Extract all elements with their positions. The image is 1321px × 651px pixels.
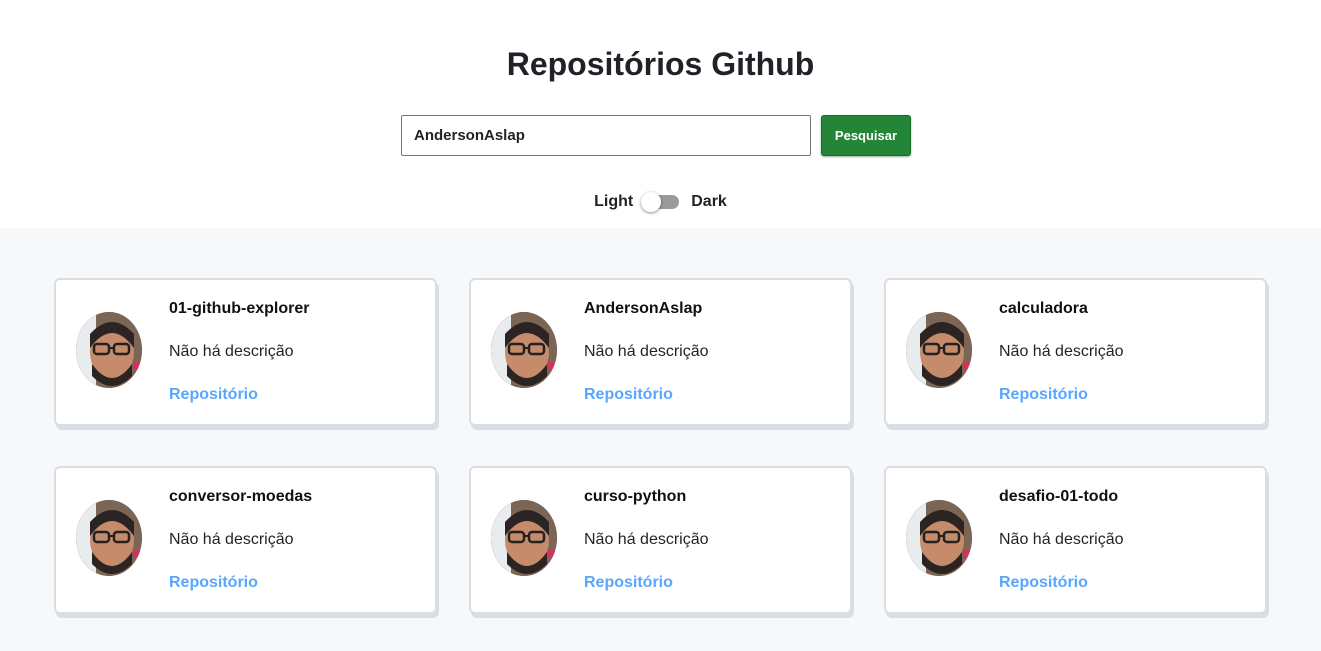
user-avatar-icon — [906, 312, 972, 388]
repository-list-section: 01-github-explorer Não há descrição Repo… — [0, 228, 1321, 651]
repository-description: Não há descrição — [999, 531, 1124, 548]
user-avatar-icon — [76, 312, 142, 388]
user-avatar-icon — [76, 500, 142, 576]
repository-name: AndersonAslap — [584, 300, 703, 317]
repository-grid: 01-github-explorer Não há descrição Repo… — [54, 278, 1267, 614]
search-button[interactable]: Pesquisar — [821, 115, 911, 156]
repository-description: Não há descrição — [169, 531, 294, 548]
theme-toggle[interactable] — [641, 192, 680, 212]
repository-card: 01-github-explorer Não há descrição Repo… — [54, 278, 437, 426]
repository-description: Não há descrição — [584, 343, 709, 360]
search-bar: Pesquisar — [401, 115, 911, 156]
repository-name: conversor-moedas — [169, 488, 313, 505]
repository-link[interactable]: Repositório — [584, 574, 673, 592]
repository-name: 01-github-explorer — [169, 300, 310, 317]
user-avatar-icon — [491, 312, 557, 388]
repository-description: Não há descrição — [999, 343, 1124, 360]
page-header: Repositórios Github Pesquisar Light Dark — [0, 0, 1321, 228]
repository-name: calculadora — [999, 300, 1088, 317]
repository-link[interactable]: Repositório — [169, 574, 258, 592]
repository-link[interactable]: Repositório — [999, 574, 1088, 592]
page-title: Repositórios Github — [506, 46, 815, 82]
repository-name: desafio-01-todo — [999, 488, 1119, 505]
user-avatar-icon — [906, 500, 972, 576]
repository-card: conversor-moedas Não há descrição Reposi… — [54, 466, 437, 614]
repository-card: curso-python Não há descrição Repositóri… — [469, 466, 852, 614]
theme-switcher: Light Dark — [0, 192, 1321, 212]
repository-card: desafio-01-todo Não há descrição Reposit… — [884, 466, 1267, 614]
repository-card: calculadora Não há descrição Repositório — [884, 278, 1267, 426]
repository-card: AndersonAslap Não há descrição Repositór… — [469, 278, 852, 426]
repository-name: curso-python — [584, 488, 687, 505]
repository-description: Não há descrição — [169, 343, 294, 360]
repository-link[interactable]: Repositório — [584, 386, 673, 404]
username-search-input[interactable] — [401, 115, 811, 156]
user-avatar-icon — [491, 500, 557, 576]
theme-toggle-knob[interactable] — [641, 192, 662, 212]
repository-link[interactable]: Repositório — [999, 386, 1088, 404]
theme-dark-label: Dark — [691, 193, 727, 210]
theme-light-label: Light — [594, 193, 634, 210]
repository-description: Não há descrição — [584, 531, 709, 548]
repository-link[interactable]: Repositório — [169, 386, 258, 404]
